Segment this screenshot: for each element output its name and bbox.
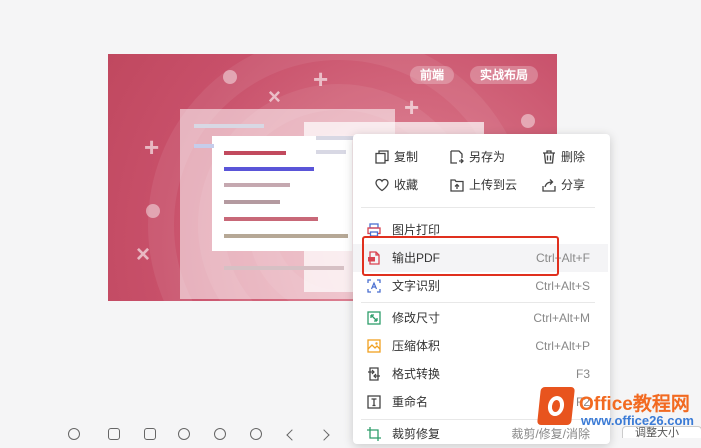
- menu-item-crop-repair-label: 裁剪修复: [392, 427, 441, 441]
- dot-decor: [223, 70, 237, 84]
- quick-save-as-label: 另存为: [469, 150, 506, 164]
- tag-frontend: 前端: [410, 66, 455, 84]
- doc-line: [194, 144, 214, 148]
- prev-icon[interactable]: [286, 429, 298, 441]
- menu-item-ocr-shortcut: Ctrl+Alt+S: [535, 279, 590, 293]
- resize-icon: [367, 311, 381, 325]
- menu-divider: [361, 207, 595, 208]
- menu-item-ocr-label: 文字识别: [392, 279, 441, 293]
- dot-decor: [521, 114, 535, 128]
- rename-icon: [367, 395, 381, 409]
- quick-upload-cloud-label: 上传到云: [469, 178, 518, 192]
- zoom-in-icon[interactable]: [178, 428, 190, 440]
- cross-decor-icon: ×: [136, 241, 151, 268]
- trash-icon: [543, 150, 555, 164]
- doc-line: [224, 217, 318, 221]
- heart-icon: [375, 178, 389, 192]
- plus-decor-icon: +: [404, 92, 420, 122]
- doc-line: [316, 150, 346, 154]
- menu-item-resize-shortcut: Ctrl+Alt+M: [533, 311, 590, 325]
- menu-item-format-convert-label: 格式转换: [392, 367, 441, 381]
- rotate-icon[interactable]: [250, 428, 262, 440]
- quick-favorite-label: 收藏: [394, 178, 419, 192]
- menu-item-compress-shortcut: Ctrl+Alt+P: [535, 339, 590, 353]
- crop-repair-icon: [367, 427, 381, 441]
- menu-item-compress[interactable]: 压缩体积 Ctrl+Alt+P: [353, 332, 608, 360]
- next-icon[interactable]: [318, 429, 330, 441]
- plus-decor-icon: +: [313, 64, 329, 94]
- quick-share-label: 分享: [561, 178, 586, 192]
- frame-icon[interactable]: [144, 428, 156, 440]
- watermark: Office教程网 www.office26.com: [535, 383, 701, 435]
- share-icon: [542, 179, 556, 192]
- delete-icon[interactable]: [108, 428, 120, 440]
- doc-line: [224, 183, 290, 187]
- menu-item-rename-label: 重命名: [392, 395, 429, 409]
- tag-layout: 实战布局: [470, 66, 539, 84]
- watermark-brand: Office教程网: [579, 394, 690, 415]
- zoom-out-icon[interactable]: [214, 428, 226, 440]
- doc-line: [224, 234, 348, 238]
- menu-item-ocr[interactable]: 文字识别 Ctrl+Alt+S: [353, 272, 608, 300]
- watermark-url: www.office26.com: [581, 413, 694, 428]
- like-icon[interactable]: [68, 428, 80, 440]
- printer-icon: [367, 223, 381, 237]
- save-as-icon: [450, 150, 464, 164]
- menu-item-compress-label: 压缩体积: [392, 339, 441, 353]
- doc-line: [224, 151, 286, 155]
- office-logo-icon: [537, 387, 575, 425]
- quick-copy-label: 复制: [394, 150, 419, 164]
- menu-item-resize[interactable]: 修改尺寸 Ctrl+Alt+M: [353, 304, 608, 332]
- format-convert-icon: [368, 367, 380, 381]
- cross-decor-icon: ×: [268, 84, 281, 109]
- doc-line: [194, 124, 264, 128]
- cloud-upload-icon: [450, 179, 464, 192]
- dot-decor: [146, 204, 160, 218]
- ocr-scan-icon: [367, 279, 381, 293]
- doc-line: [316, 136, 356, 140]
- compress-icon: [367, 339, 381, 353]
- doc-line: [224, 200, 280, 204]
- doc-line: [224, 266, 344, 270]
- menu-item-resize-label: 修改尺寸: [392, 311, 441, 325]
- quick-delete-label: 删除: [561, 150, 586, 164]
- menu-divider: [361, 302, 595, 303]
- highlight-box: [362, 236, 559, 276]
- doc-line: [224, 167, 314, 171]
- copy-icon: [375, 150, 389, 164]
- plus-decor-icon: +: [144, 132, 160, 162]
